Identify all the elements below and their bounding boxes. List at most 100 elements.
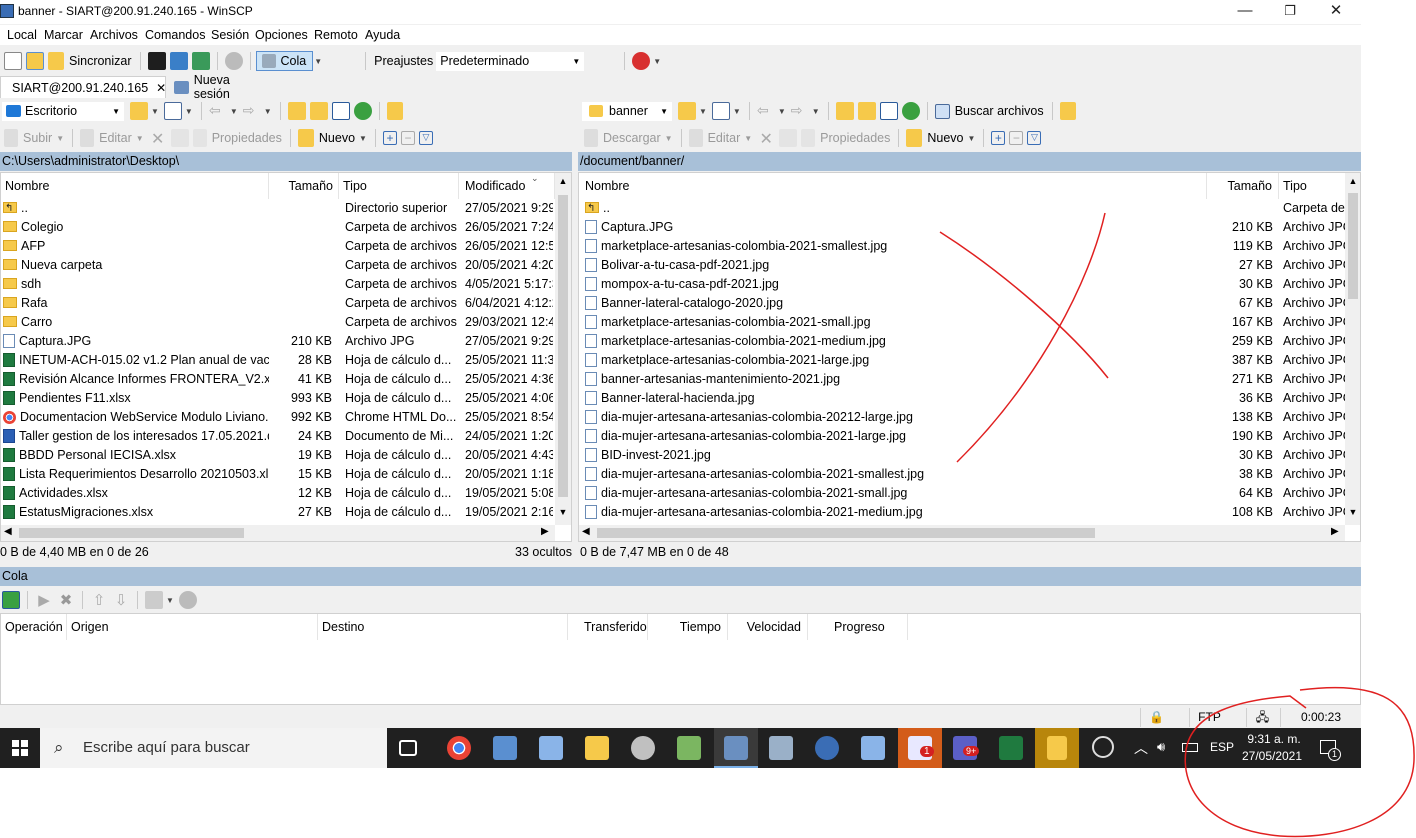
menu-archivos[interactable]: Archivos: [90, 28, 138, 42]
table-row[interactable]: Captura.JPG 210 KB Archivo JPG 27/05/2021 9…: [1, 332, 571, 351]
excel-icon[interactable]: [999, 736, 1023, 760]
filter-icon[interactable]: [163, 102, 182, 120]
table-row[interactable]: Rafa Carpeta de archivos 6/04/2021 4:12:2: [1, 294, 571, 313]
table-row[interactable]: sdh Carpeta de archivos 4/05/2021 5:17:3: [1, 275, 571, 294]
scroll-right-icon[interactable]: ▶: [541, 526, 549, 537]
notepad-icon[interactable]: [677, 736, 701, 760]
menu-remoto[interactable]: Remoto: [314, 28, 358, 42]
filter-icon[interactable]: [711, 102, 730, 120]
table-row[interactable]: dia-mujer-artesana-artesanias-colombia-2…: [579, 503, 1360, 522]
scroll-right-icon[interactable]: ▶: [1331, 526, 1339, 537]
open-folder-icon[interactable]: [678, 102, 696, 120]
chrome-icon[interactable]: [447, 736, 471, 760]
delete-icon[interactable]: ✕: [149, 129, 167, 148]
table-row[interactable]: INETUM-ACH-015.02 v1.2 Plan anual de vac…: [1, 351, 571, 370]
edit-button[interactable]: Editar: [99, 131, 132, 145]
refresh-icon[interactable]: [901, 102, 920, 120]
table-row[interactable]: Revisión Alcance Informes FRONTERA_V2.xl…: [1, 370, 571, 389]
right-hscroll-thumb[interactable]: [597, 528, 1095, 538]
find-dir-icon[interactable]: [1059, 102, 1076, 120]
cancel-icon[interactable]: ✖: [57, 591, 75, 609]
queue-dropdown-icon[interactable]: ▼: [314, 57, 322, 66]
table-row[interactable]: marketplace-artesanias-colombia-2021-sma…: [579, 313, 1360, 332]
scroll-left-icon[interactable]: ◀: [582, 526, 590, 537]
battery-icon[interactable]: [1182, 743, 1198, 752]
file-explorer-icon[interactable]: [585, 736, 609, 760]
unselect-icon[interactable]: −: [400, 131, 415, 145]
rename-icon[interactable]: [779, 129, 798, 147]
table-row[interactable]: Bolivar-a-tu-casa-pdf-2021.jpg 27 KB Archi…: [579, 256, 1360, 275]
queue-execute-icon[interactable]: [2, 591, 20, 609]
table-row[interactable]: marketplace-artesanias-colombia-2021-lar…: [579, 351, 1360, 370]
download-button[interactable]: Descargar: [603, 131, 661, 145]
paint-icon[interactable]: [631, 736, 655, 760]
left-hscroll-thumb[interactable]: [19, 528, 244, 538]
maximize-button[interactable]: ❐: [1267, 0, 1313, 24]
forward-icon[interactable]: ⇨: [791, 102, 809, 120]
left-col-modified[interactable]: Modificado ⌄: [459, 173, 555, 199]
table-row[interactable]: Actividades.xlsx 12 KB Hoja de cálculo d..…: [1, 484, 571, 503]
gear-icon[interactable]: [178, 591, 197, 609]
tab-new-session[interactable]: Nueva sesión: [168, 73, 268, 101]
scroll-left-icon[interactable]: ◀: [4, 526, 12, 537]
table-row[interactable]: Carro Carpeta de archivos 29/03/2021 12:40: [1, 313, 571, 332]
table-row[interactable]: Pendientes F11.xlsx 993 KB Hoja de cálculo…: [1, 389, 571, 408]
obs-icon[interactable]: [1092, 736, 1114, 758]
table-row[interactable]: BBDD Personal IECISA.xlsx 19 KB Hoja de cá…: [1, 446, 571, 465]
left-col-name[interactable]: Nombre: [1, 173, 269, 199]
find-files-button[interactable]: Buscar archivos: [955, 104, 1044, 118]
table-row[interactable]: marketplace-artesanias-colombia-2021-sma…: [579, 237, 1360, 256]
scroll-up-icon[interactable]: ▲: [555, 176, 571, 186]
menu-local[interactable]: Local: [7, 28, 37, 42]
console-icon[interactable]: [147, 52, 166, 70]
compare-dirs-icon[interactable]: [4, 52, 22, 70]
back-icon[interactable]: ⇦: [757, 102, 775, 120]
filter-select-icon[interactable]: ▽: [1027, 131, 1042, 145]
new-button[interactable]: Nuevo: [927, 131, 963, 145]
table-row[interactable]: .. Carpeta de: [579, 199, 1360, 218]
menu-marcar[interactable]: Marcar: [44, 28, 83, 42]
properties-button[interactable]: Propiedades: [212, 131, 282, 145]
scroll-down-icon[interactable]: ▼: [1345, 507, 1360, 517]
left-path-bar[interactable]: C:\Users\administrator\Desktop\: [0, 152, 572, 171]
right-col-size[interactable]: Tamaño: [1207, 173, 1279, 199]
table-row[interactable]: BID-invest-2021.jpg 30 KB Archivo JPG: [579, 446, 1360, 465]
minimize-button[interactable]: —: [1222, 0, 1268, 24]
close-button[interactable]: ✕: [1313, 0, 1359, 24]
home-icon[interactable]: [331, 102, 350, 120]
filter-select-icon[interactable]: ▽: [418, 131, 433, 145]
queue-settings-icon[interactable]: [145, 591, 163, 609]
synchronize-button[interactable]: Sincronizar: [69, 54, 132, 68]
virtualbox-icon[interactable]: [539, 736, 563, 760]
remote-desktop-icon[interactable]: [769, 736, 793, 760]
play-icon[interactable]: ▶: [35, 591, 53, 609]
lock-app-button[interactable]: [1035, 728, 1079, 768]
winscp-taskbar-button[interactable]: [714, 728, 758, 768]
synchronize-icon[interactable]: [48, 52, 64, 70]
table-row[interactable]: banner-artesanias-mantenimiento-2021.jpg…: [579, 370, 1360, 389]
right-horizontal-scrollbar[interactable]: ◀ ▶: [579, 525, 1345, 541]
left-hidden-count[interactable]: 33 ocultos: [515, 545, 572, 559]
clock-time[interactable]: 9:31 a. m.: [1244, 732, 1304, 746]
root-dir-icon[interactable]: [309, 102, 328, 120]
menu-opciones[interactable]: Opciones: [255, 28, 308, 42]
properties-button[interactable]: Propiedades: [820, 131, 890, 145]
table-row[interactable]: Lista Requerimientos Desarrollo 20210503…: [1, 465, 571, 484]
parent-dir-icon[interactable]: [835, 102, 854, 120]
forward-icon[interactable]: ⇨: [243, 102, 261, 120]
queue-col-progress[interactable]: Progreso: [808, 614, 908, 640]
table-row[interactable]: Documentacion WebService Modulo Liviano.…: [1, 408, 571, 427]
table-row[interactable]: Banner-lateral-catalogo-2020.jpg 67 KB Arc…: [579, 294, 1360, 313]
sync-browse-icon[interactable]: [26, 52, 44, 70]
chevron-up-icon[interactable]: ︿: [1134, 738, 1148, 758]
close-tab-icon[interactable]: ✕: [156, 81, 166, 95]
teams-icon[interactable]: 9+: [953, 736, 980, 760]
clock-date[interactable]: 27/05/2021: [1240, 749, 1304, 763]
right-path-bar[interactable]: /document/banner/: [578, 152, 1361, 171]
app-orange-button[interactable]: 1: [898, 728, 942, 768]
table-row[interactable]: AFP Carpeta de archivos 26/05/2021 12:57: [1, 237, 571, 256]
queue-col-transferred[interactable]: Transferido: [568, 614, 648, 640]
menu-comandos[interactable]: Comandos: [145, 28, 205, 42]
delete-icon[interactable]: ✕: [757, 129, 775, 148]
left-location-select[interactable]: Escritorio ▼: [2, 101, 124, 121]
